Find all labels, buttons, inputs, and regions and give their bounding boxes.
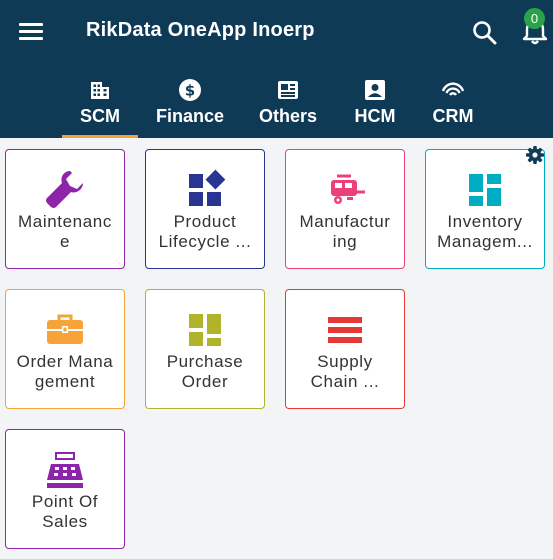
- tab-hcm[interactable]: HCM: [346, 72, 404, 138]
- app-bar: RikData OneApp Inoerp 0 SCM $ Finance Ot…: [0, 0, 553, 138]
- tab-scm[interactable]: SCM: [62, 72, 138, 138]
- tab-label: Others: [258, 106, 318, 126]
- module-label-line1: Order Mana: [16, 352, 114, 371]
- contact-card-icon: [365, 80, 385, 100]
- module-label-line2: gement: [34, 372, 96, 391]
- grid-blocks-icon: [189, 314, 221, 346]
- module-card-order-management[interactable]: Order Mana gement: [5, 289, 125, 409]
- module-label-line2: e: [59, 232, 71, 251]
- tab-label: CRM: [432, 106, 474, 126]
- module-tabs: SCM $ Finance Others HCM CRM: [0, 72, 553, 138]
- tab-crm[interactable]: CRM: [424, 72, 482, 138]
- tab-finance[interactable]: $ Finance: [152, 72, 228, 138]
- module-card-purchase-order[interactable]: Purchase Order: [145, 289, 265, 409]
- tab-label: Finance: [155, 106, 225, 126]
- dollar-icon: $: [179, 79, 201, 101]
- tab-label: HCM: [354, 106, 396, 126]
- module-grid: Maintenanc e Product Lifecycle ... Manufac…: [0, 138, 553, 559]
- tab-others[interactable]: Others: [252, 72, 324, 138]
- building-icon: [91, 82, 109, 99]
- gear-icon[interactable]: [525, 145, 545, 165]
- briefcase-icon: [47, 314, 83, 344]
- newspaper-icon: [278, 81, 298, 99]
- module-label-line1: Supply: [317, 352, 373, 371]
- module-label-line1: Inventory: [447, 212, 523, 231]
- rv-trailer-icon: [331, 174, 365, 204]
- module-card-supply-chain[interactable]: Supply Chain ...: [285, 289, 405, 409]
- module-label-line1: Purchase: [166, 352, 244, 371]
- module-card-point-of-sales[interactable]: Point Of Sales: [5, 429, 125, 549]
- module-label-line2: Lifecycle ...: [158, 232, 252, 251]
- module-label-line2: Order: [181, 372, 229, 391]
- module-label-line1: Point Of: [31, 492, 99, 511]
- app-title: RikData OneApp Inoerp: [86, 19, 315, 41]
- menu-icon[interactable]: [17, 20, 45, 44]
- cash-register-icon: [47, 452, 83, 488]
- dashboard-icon: [469, 174, 501, 206]
- module-card-inventory-management[interactable]: Inventory Managem...: [425, 149, 545, 269]
- module-label-line1: Manufactur: [299, 212, 391, 231]
- module-label-line2: Chain ...: [310, 372, 380, 391]
- stacked-bars-icon: [328, 317, 362, 343]
- module-label-line2: Sales: [42, 512, 88, 531]
- tab-label: SCM: [80, 106, 120, 126]
- signal-arc-icon: [441, 82, 465, 96]
- wrench-icon: [46, 171, 83, 208]
- module-label-line2: ing: [332, 232, 358, 251]
- module-card-manufacturing[interactable]: Manufactur ing: [285, 149, 405, 269]
- module-label-line1: Maintenanc: [18, 212, 112, 231]
- module-label-line2: Managem...: [437, 232, 533, 251]
- module-card-maintenance[interactable]: Maintenanc e: [5, 149, 125, 269]
- widgets-icon: [189, 169, 226, 206]
- svg-text:$: $: [185, 82, 195, 100]
- module-label-line1: Product: [173, 212, 237, 231]
- search-icon[interactable]: [470, 18, 500, 48]
- module-card-product-lifecycle[interactable]: Product Lifecycle ...: [145, 149, 265, 269]
- notification-badge: 0: [524, 8, 545, 29]
